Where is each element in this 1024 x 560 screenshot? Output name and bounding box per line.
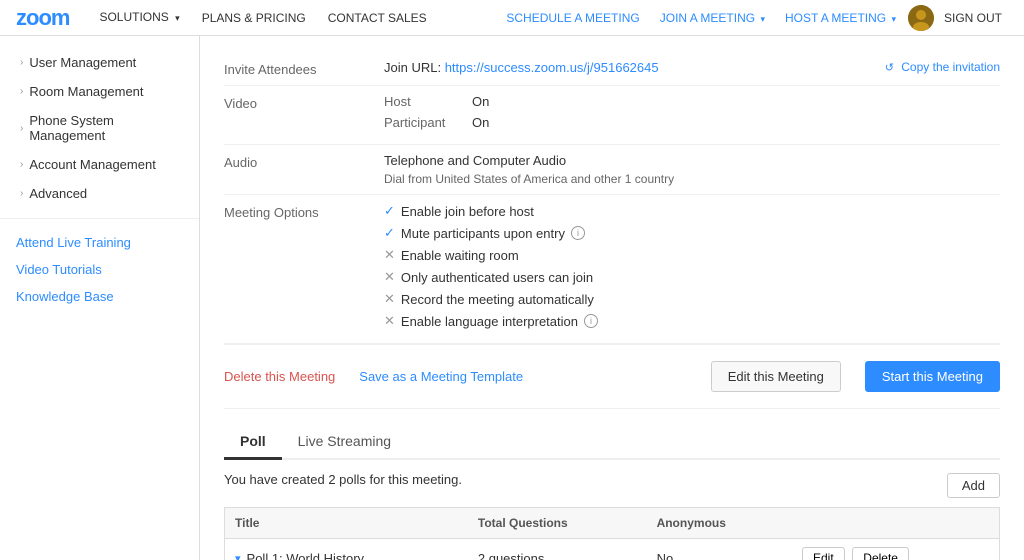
poll-section: You have created 2 polls for this meetin… bbox=[224, 460, 1000, 560]
join-url-label: Join URL: bbox=[384, 60, 441, 75]
chevron-right-icon: › bbox=[20, 86, 23, 97]
checkmark-icon: ✓ bbox=[384, 225, 395, 241]
option-mute-participants: ✓ Mute participants upon entry i bbox=[384, 225, 1000, 241]
poll-edit-button[interactable]: Edit bbox=[802, 547, 845, 560]
option-record-automatically: ✕ Record the meeting automatically bbox=[384, 291, 1000, 307]
col-total-questions: Total Questions bbox=[468, 508, 647, 539]
participant-label: Participant bbox=[384, 115, 464, 130]
option-language-interpretation: ✕ Enable language interpretation i bbox=[384, 313, 1000, 329]
video-participant-row: Participant On bbox=[384, 115, 1000, 130]
invite-attendees-row: Invite Attendees Join URL: https://succe… bbox=[224, 52, 1000, 86]
nav-host-meeting[interactable]: HOST A MEETING ▾ bbox=[777, 11, 904, 25]
page-wrapper: › User Management › Room Management › Ph… bbox=[0, 36, 1024, 560]
meeting-options-label: Meeting Options bbox=[224, 203, 384, 220]
invite-label: Invite Attendees bbox=[224, 60, 384, 77]
checkmark-icon: ✓ bbox=[384, 203, 395, 219]
chevron-right-icon: › bbox=[20, 57, 23, 68]
table-row: ▾ Poll 1: World History 2 questions No E… bbox=[225, 539, 1000, 560]
col-anonymous: Anonymous bbox=[647, 508, 792, 539]
sidebar-item-advanced[interactable]: › Advanced bbox=[0, 179, 199, 208]
chevron-right-icon: › bbox=[20, 159, 23, 170]
poll-anonymous-cell: No bbox=[647, 539, 792, 560]
host-arrow-icon: ▾ bbox=[891, 14, 896, 24]
sidebar-item-room-management[interactable]: › Room Management bbox=[0, 77, 199, 106]
delete-meeting-button[interactable]: Delete this Meeting bbox=[224, 369, 335, 384]
nav-links: SOLUTIONS ▾ PLANS & PRICING CONTACT SALE… bbox=[89, 0, 498, 36]
info-icon[interactable]: i bbox=[571, 226, 585, 240]
option-enable-waiting-room: ✕ Enable waiting room bbox=[384, 247, 1000, 263]
sidebar-video-tutorials[interactable]: Video Tutorials bbox=[0, 256, 199, 283]
option-enable-join-before-host: ✓ Enable join before host bbox=[384, 203, 1000, 219]
avatar[interactable] bbox=[908, 5, 934, 31]
poll-actions-cell: Edit Delete bbox=[792, 539, 1000, 560]
chevron-right-icon: › bbox=[20, 123, 23, 134]
audio-row: Audio Telephone and Computer Audio Dial … bbox=[224, 145, 1000, 195]
poll-header-row: You have created 2 polls for this meetin… bbox=[224, 472, 1000, 499]
meeting-options-value: ✓ Enable join before host ✓ Mute partici… bbox=[384, 203, 1000, 335]
audio-dial-info: Dial from United States of America and o… bbox=[384, 172, 1000, 186]
sidebar-item-phone-system-management[interactable]: › Phone System Management bbox=[0, 106, 199, 150]
invite-value: Join URL: https://success.zoom.us/j/9516… bbox=[384, 60, 885, 75]
start-meeting-button[interactable]: Start this Meeting bbox=[865, 361, 1000, 392]
nav-right: SCHEDULE A MEETING JOIN A MEETING ▾ HOST… bbox=[498, 5, 1008, 31]
poll-table: Title Total Questions Anonymous ▾ Poll 1… bbox=[224, 507, 1000, 560]
solutions-arrow-icon: ▾ bbox=[175, 13, 180, 23]
tab-live-streaming[interactable]: Live Streaming bbox=[282, 425, 407, 460]
save-as-template-button[interactable]: Save as a Meeting Template bbox=[359, 369, 523, 384]
join-arrow-icon: ▾ bbox=[760, 14, 765, 24]
audio-type: Telephone and Computer Audio bbox=[384, 153, 1000, 168]
copy-invitation-button[interactable]: ↺ Copy the invitation bbox=[885, 60, 1000, 74]
col-actions bbox=[792, 508, 1000, 539]
poll-questions-cell: 2 questions bbox=[468, 539, 647, 560]
x-icon: ✕ bbox=[384, 247, 395, 263]
audio-label: Audio bbox=[224, 153, 384, 170]
edit-meeting-button[interactable]: Edit this Meeting bbox=[711, 361, 841, 392]
nav-contact-sales[interactable]: CONTACT SALES bbox=[318, 0, 437, 36]
join-url-link[interactable]: https://success.zoom.us/j/951662645 bbox=[445, 60, 659, 75]
video-label: Video bbox=[224, 94, 384, 111]
chevron-right-icon: › bbox=[20, 188, 23, 199]
nav-solutions[interactable]: SOLUTIONS ▾ bbox=[89, 0, 189, 36]
x-icon: ✕ bbox=[384, 291, 395, 307]
tabs-row: Poll Live Streaming bbox=[224, 425, 1000, 460]
poll-title-cell: ▾ Poll 1: World History bbox=[225, 539, 468, 560]
video-row: Video Host On Participant On bbox=[224, 86, 1000, 145]
col-title: Title bbox=[225, 508, 468, 539]
copy-icon: ↺ bbox=[885, 62, 894, 74]
sidebar-attend-live-training[interactable]: Attend Live Training bbox=[0, 229, 199, 256]
audio-value: Telephone and Computer Audio Dial from U… bbox=[384, 153, 1000, 186]
option-authenticated-users: ✕ Only authenticated users can join bbox=[384, 269, 1000, 285]
meeting-options-row: Meeting Options ✓ Enable join before hos… bbox=[224, 195, 1000, 344]
host-value: On bbox=[472, 94, 489, 109]
video-value: Host On Participant On bbox=[384, 94, 1000, 136]
actions-row: Delete this Meeting Save as a Meeting Te… bbox=[224, 344, 1000, 409]
main-content: Invite Attendees Join URL: https://succe… bbox=[200, 36, 1024, 560]
zoom-logo[interactable]: zoom bbox=[16, 5, 69, 31]
sidebar-knowledge-base[interactable]: Knowledge Base bbox=[0, 283, 199, 310]
add-poll-button[interactable]: Add bbox=[947, 473, 1000, 498]
sidebar-divider bbox=[0, 218, 199, 219]
top-navigation: zoom SOLUTIONS ▾ PLANS & PRICING CONTACT… bbox=[0, 0, 1024, 36]
host-label: Host bbox=[384, 94, 464, 109]
nav-plans-pricing[interactable]: PLANS & PRICING bbox=[192, 0, 316, 36]
x-icon: ✕ bbox=[384, 313, 395, 329]
nav-schedule-meeting[interactable]: SCHEDULE A MEETING bbox=[498, 11, 647, 25]
sidebar-item-user-management[interactable]: › User Management bbox=[0, 48, 199, 77]
x-icon: ✕ bbox=[384, 269, 395, 285]
tab-poll[interactable]: Poll bbox=[224, 425, 282, 460]
info-icon[interactable]: i bbox=[584, 314, 598, 328]
participant-value: On bbox=[472, 115, 489, 130]
poll-chevron-icon[interactable]: ▾ bbox=[235, 552, 241, 560]
sidebar-item-account-management[interactable]: › Account Management bbox=[0, 150, 199, 179]
poll-delete-button[interactable]: Delete bbox=[852, 547, 909, 560]
sign-out-button[interactable]: SIGN OUT bbox=[938, 11, 1008, 25]
poll-description: You have created 2 polls for this meetin… bbox=[224, 472, 462, 487]
video-host-row: Host On bbox=[384, 94, 1000, 109]
sidebar: › User Management › Room Management › Ph… bbox=[0, 36, 200, 560]
poll-row-label: ▾ Poll 1: World History bbox=[235, 551, 458, 560]
nav-join-meeting[interactable]: JOIN A MEETING ▾ bbox=[652, 11, 773, 25]
